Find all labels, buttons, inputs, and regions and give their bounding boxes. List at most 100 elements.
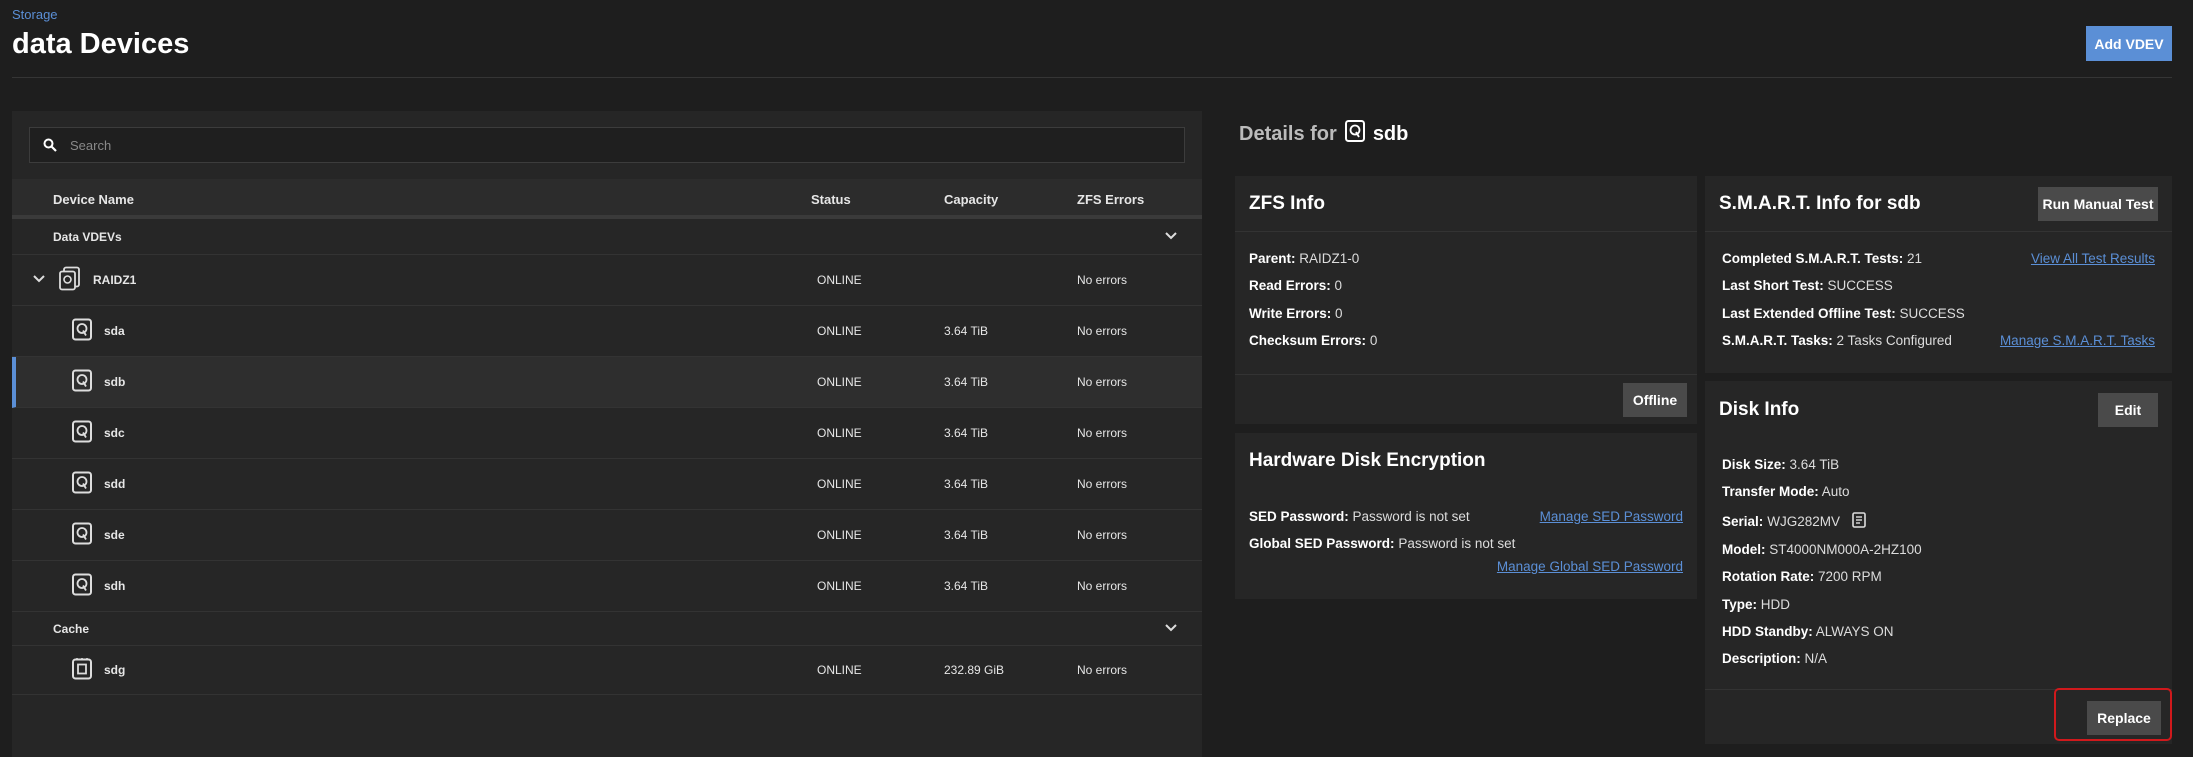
column-header-capacity[interactable]: Capacity [944,192,998,207]
device-name: sdb [104,375,126,389]
column-header-status[interactable]: Status [811,192,851,207]
hard-disk-icon [72,522,92,548]
details-title: Details for sdb [1239,120,1408,148]
column-header-device-name[interactable]: Device Name [53,192,134,207]
device-status: ONLINE [817,663,862,677]
global-sed-password-field: Global SED Password: Password is not set [1249,536,1516,551]
vdev-name: RAIDZ1 [93,273,137,287]
device-name: sda [104,324,125,338]
card-title: Hardware Disk Encryption [1249,450,1486,471]
device-capacity: 232.89 GiB [944,663,1005,677]
description-field: Description: N/A [1722,651,1828,666]
view-all-test-results-link[interactable]: View All Test Results [2031,251,2155,266]
chevron-down-icon[interactable] [1164,230,1178,244]
serial-field: Serial: WJG282MV [1722,512,1866,531]
device-name: sdd [104,477,126,491]
table-row[interactable]: sda ONLINE 3.64 TiB No errors [12,306,1202,357]
device-errors: No errors [1077,375,1128,389]
table-row-selected[interactable]: sdb ONLINE 3.64 TiB No errors [12,357,1202,408]
details-prefix: Details for [1239,122,1337,145]
hard-disk-icon [72,573,92,599]
header-divider [12,77,2172,78]
search-box[interactable] [29,127,1185,163]
device-errors: No errors [1077,528,1128,542]
vdev-status: ONLINE [817,273,862,287]
model-field: Model: ST4000NM000A-2HZ100 [1722,542,1922,557]
table-header: Device Name Status Capacity ZFS Errors [12,179,1202,219]
vdev-row-raidz1[interactable]: RAIDZ1 ONLINE No errors [12,255,1202,306]
device-capacity: 3.64 TiB [944,375,989,389]
hardware-encryption-card: Hardware Disk Encryption SED Password: P… [1235,433,1697,599]
type-field: Type: HDD [1722,597,1791,612]
device-name: sdc [104,426,125,440]
search-icon [30,138,70,152]
group-label: Data VDEVs [53,229,122,244]
hard-disk-icon [72,318,92,344]
last-extended-test-field: Last Extended Offline Test: SUCCESS [1722,306,1965,321]
chevron-down-icon[interactable] [1164,622,1178,636]
device-capacity: 3.64 TiB [944,324,989,338]
page-title: data Devices [12,28,190,60]
completed-tests-field: Completed S.M.A.R.T. Tests: 21 [1722,251,1923,266]
chevron-down-icon[interactable] [32,273,46,287]
hard-disk-icon [72,420,92,446]
write-errors-field: Write Errors: 0 [1249,306,1343,321]
device-errors: No errors [1077,579,1128,593]
table-row[interactable]: sdh ONLINE 3.64 TiB No errors [12,561,1202,612]
breadcrumb[interactable]: Storage [12,7,58,22]
hard-disk-icon [1344,120,1365,148]
run-manual-test-button[interactable]: Run Manual Test [2038,186,2158,221]
group-row-data-vdevs[interactable]: Data VDEVs [12,219,1202,255]
device-capacity: 3.64 TiB [944,528,989,542]
device-errors: No errors [1077,663,1128,677]
transfer-mode-field: Transfer Mode: Auto [1722,484,1850,499]
smart-tasks-field: S.M.A.R.T. Tasks: 2 Tasks Configured [1722,333,1952,348]
device-name: sdg [104,663,126,677]
vdev-errors: No errors [1077,273,1128,287]
device-name: sde [104,528,125,542]
manage-smart-tasks-link[interactable]: Manage S.M.A.R.T. Tasks [2000,333,2155,348]
device-status: ONLINE [817,375,862,389]
smart-info-card: S.M.A.R.T. Info for sdb Run Manual Test … [1705,176,2172,373]
group-row-cache[interactable]: Cache [12,612,1202,646]
parent-field: Parent: RAIDZ1-0 [1249,251,1360,266]
ssd-icon [72,658,92,683]
search-input[interactable] [70,137,1184,153]
card-title: Disk Info [1719,399,1800,420]
sed-password-field: SED Password: Password is not set [1249,509,1470,524]
read-errors-field: Read Errors: 0 [1249,278,1343,293]
card-title: S.M.A.R.T. Info for sdb [1719,192,1921,214]
vdev-icon [59,266,81,294]
table-row[interactable]: sdc ONLINE 3.64 TiB No errors [12,408,1202,459]
card-title: ZFS Info [1249,192,1325,214]
device-capacity: 3.64 TiB [944,477,989,491]
last-short-test-field: Last Short Test: SUCCESS [1722,278,1893,293]
replace-highlight-frame [2054,688,2172,741]
table-row[interactable]: sdd ONLINE 3.64 TiB No errors [12,459,1202,510]
edit-button[interactable]: Edit [2098,393,2158,427]
device-status: ONLINE [817,477,862,491]
hard-disk-icon [72,369,92,395]
hdd-standby-field: HDD Standby: ALWAYS ON [1722,624,1894,639]
column-header-zfs-errors[interactable]: ZFS Errors [1077,192,1144,207]
device-errors: No errors [1077,426,1128,440]
copy-icon[interactable] [1852,512,1866,531]
manage-sed-password-link[interactable]: Manage SED Password [1540,509,1683,524]
offline-button[interactable]: Offline [1623,383,1687,417]
device-errors: No errors [1077,324,1128,338]
device-status: ONLINE [817,528,862,542]
hard-disk-icon [72,471,92,497]
details-device-name: sdb [1372,122,1409,145]
device-capacity: 3.64 TiB [944,579,989,593]
device-status: ONLINE [817,426,862,440]
add-vdev-button[interactable]: Add VDEV [2086,26,2172,61]
group-label: Cache [53,621,90,636]
device-status: ONLINE [817,324,862,338]
table-row[interactable]: sdg ONLINE 232.89 GiB No errors [12,646,1202,695]
manage-global-sed-password-link[interactable]: Manage Global SED Password [1497,559,1683,574]
device-status: ONLINE [817,579,862,593]
table-row[interactable]: sde ONLINE 3.64 TiB No errors [12,510,1202,561]
device-errors: No errors [1077,477,1128,491]
devices-panel: Device Name Status Capacity ZFS Errors D… [12,111,1202,757]
device-capacity: 3.64 TiB [944,426,989,440]
